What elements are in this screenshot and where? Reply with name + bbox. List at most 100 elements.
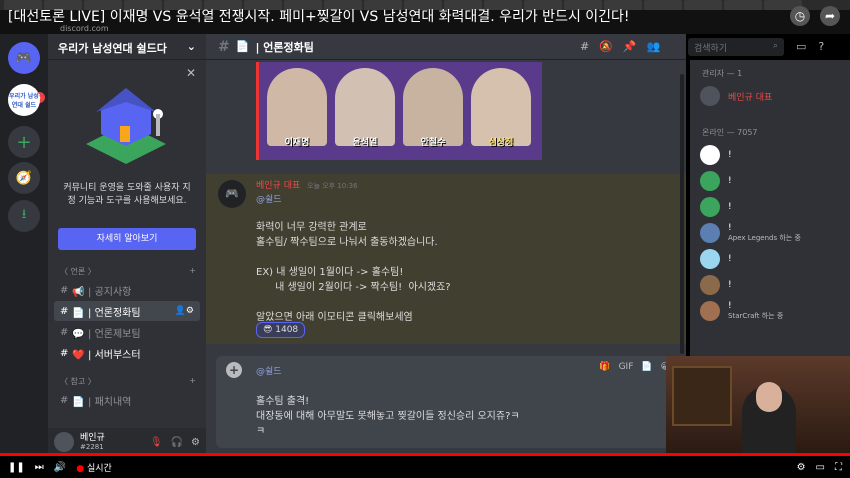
member-activity: StarCraft 하는 중	[728, 312, 784, 320]
promo-card: ✕ 커뮤니티 운영을 도와줄 사용자 지정 기능과 도구를 사용해보세요. 자세…	[48, 60, 206, 260]
discord-home-icon[interactable]: 🎮	[8, 42, 40, 74]
composer-text[interactable]: 홀수팀 출격! 대장동에 대해 아무말도 못해놓고 찢갈이들 정신승리 오지쥬?…	[256, 394, 520, 439]
member-item[interactable]: ! Apex Legends 하는 중	[690, 220, 850, 246]
invite-icon[interactable]: 👤⚙	[175, 306, 194, 316]
add-channel-icon[interactable]: +	[189, 266, 196, 277]
category-header[interactable]: 〈 언론 〉 +	[48, 260, 206, 279]
reaction-button[interactable]: 😎 1408	[256, 322, 306, 338]
member-list-icon[interactable]: 👥	[647, 40, 661, 53]
pin-icon[interactable]: 📌	[623, 40, 637, 53]
avatar	[700, 249, 720, 269]
hash-icon: #	[60, 394, 69, 406]
headset-icon[interactable]: 🎧	[171, 437, 183, 448]
search-placeholder: 검색하기	[694, 44, 728, 54]
mute-icon[interactable]: 🎙	[150, 437, 163, 448]
notification-mute-icon[interactable]: 🔕	[599, 40, 613, 53]
message-author[interactable]: 베인규 대표 오늘 오후 10:36	[256, 178, 358, 191]
channel-title: | 언론정화팀	[255, 40, 314, 54]
video-title[interactable]: [대선토론 LIVE] 이재명 VS 윤석열 전쟁시작. 페미+찢갈이 VS 남…	[8, 6, 630, 26]
share-icon[interactable]: ➦	[820, 6, 840, 26]
channel-item[interactable]: # ❤️ | 서버부스터	[54, 343, 200, 363]
gift-icon[interactable]: 🎁	[599, 362, 610, 372]
house-illustration	[86, 88, 166, 164]
help-icon[interactable]: ?	[818, 40, 824, 53]
channel-label: 📢 | 공지사항	[72, 286, 132, 298]
add-channel-icon[interactable]: +	[189, 376, 196, 387]
channel-item[interactable]: # 💬 | 언론제보팀	[54, 322, 200, 342]
avatar	[700, 223, 720, 243]
member-item[interactable]: 베인규 대표	[690, 83, 850, 109]
webcam-overlay	[666, 356, 850, 454]
volume-icon[interactable]: 🔊	[54, 462, 66, 473]
chat-area: # 📄 | 언론정화팀 이재명 윤석열 안철수 심상정 🎮 베인규 대표 오늘 …	[206, 34, 686, 456]
channel-label: ❤️ | 서버부스터	[72, 349, 141, 361]
member-name: 베인규 대표	[728, 92, 773, 103]
member-item[interactable]: !	[690, 168, 850, 194]
hash-icon: #	[60, 326, 69, 338]
member-item[interactable]: !	[690, 272, 850, 298]
category-header[interactable]: 〈 참고 〉 +	[48, 364, 206, 389]
role-mention[interactable]: @쉴드	[256, 192, 282, 205]
avatar	[700, 275, 720, 295]
settings-icon[interactable]: ⚙	[797, 462, 806, 473]
hash-icon: #	[218, 38, 230, 55]
avatar[interactable]	[54, 432, 74, 452]
miniplayer-icon[interactable]: ▭	[816, 462, 825, 473]
member-group-label: 온라인 — 7057	[702, 128, 758, 137]
candidate-name: 심상정	[488, 138, 514, 148]
avatar	[700, 171, 720, 191]
channel-item[interactable]: # 📢 | 공지사항	[54, 280, 200, 300]
watch-later-icon[interactable]: ◷	[790, 6, 810, 26]
live-label: 실시간	[86, 463, 112, 474]
live-indicator[interactable]: ● 실시간	[76, 461, 112, 474]
close-icon[interactable]: ✕	[186, 66, 196, 80]
sticker-icon[interactable]: 📄	[641, 362, 652, 372]
member-item[interactable]: !	[690, 194, 850, 220]
server-rail: 🎮 966 우리가 남성연대 쉴드 + 🧭 ⭳	[0, 34, 48, 456]
header-toolbar: # 🔕 📌 👥	[580, 40, 660, 53]
member-name: !	[728, 150, 732, 160]
explore-servers-icon[interactable]: 🧭	[8, 162, 40, 194]
author-name: 베인규 대표	[256, 181, 301, 191]
learn-more-button[interactable]: 자세히 알아보기	[58, 228, 196, 250]
attach-plus-icon[interactable]: +	[226, 362, 242, 378]
message-composer[interactable]: + @쉴드 🎁 GIF 📄 😀 홀수팀 출격! 대장동에 대해 아무말도 못해놓…	[216, 356, 680, 448]
member-group-label: 관리자 — 1	[702, 69, 743, 78]
member-name: !	[728, 301, 732, 311]
chat-scrollbar[interactable]	[680, 74, 684, 354]
user-name: 베인규	[80, 433, 105, 443]
gif-button[interactable]: GIF	[619, 362, 634, 372]
inbox-icon[interactable]: ▭	[796, 40, 806, 53]
add-server-icon[interactable]: +	[8, 126, 40, 158]
streamer-head	[756, 382, 782, 412]
member-name: !	[728, 280, 732, 290]
candidate-name: 이재명	[284, 138, 310, 148]
pause-icon[interactable]: ❚❚	[8, 462, 25, 473]
member-item[interactable]: !	[690, 142, 850, 168]
search-input[interactable]: 검색하기 ⌕	[688, 38, 784, 56]
channel-item-active[interactable]: # 📄 | 언론정화팀 👤⚙	[54, 301, 200, 321]
promo-text: 커뮤니티 운영을 도와줄 사용자 지정 기능과 도구를 사용해보세요.	[63, 183, 191, 206]
author-avatar[interactable]: 🎮	[218, 180, 246, 208]
member-list: 관리자 — 1 베인규 대표 온라인 — 7057 ! ! ! ! Apex L…	[690, 60, 850, 356]
fullscreen-icon[interactable]: ⛶	[835, 462, 842, 473]
video-thumbnail[interactable]: 이재명 윤석열 안철수 심상정	[256, 62, 542, 160]
candidate-name: 윤석열	[352, 138, 378, 148]
server-header[interactable]: 우리가 남성연대 쉴드다 ⌄	[48, 34, 206, 60]
channel-item[interactable]: # 📄 | 패치내역	[54, 390, 200, 410]
threads-icon[interactable]: #	[580, 40, 589, 53]
video-controls: ❚❚ ⏭ 🔊 ● 실시간 ⚙ ▭ ⛶	[0, 456, 850, 478]
avatar	[700, 301, 720, 321]
avatar	[700, 86, 720, 106]
gear-icon[interactable]: ⚙	[191, 437, 200, 448]
member-item[interactable]: !	[690, 246, 850, 272]
hash-icon: #	[60, 284, 69, 296]
composer-mention: @쉴드	[256, 367, 282, 377]
member-item[interactable]: ! StarCraft 하는 중	[690, 298, 850, 324]
download-apps-icon[interactable]: ⭳	[8, 200, 40, 232]
category-label: 〈 참고 〉	[60, 377, 96, 386]
channel-sidebar: 우리가 남성연대 쉴드다 ⌄ ✕ 커뮤니티 운영을 도와줄 사용자 지정 기능과…	[48, 34, 206, 456]
member-name: !	[728, 223, 732, 233]
next-icon[interactable]: ⏭	[35, 462, 44, 473]
server-icon[interactable]: 우리가 남성연대 쉴드	[8, 84, 40, 116]
